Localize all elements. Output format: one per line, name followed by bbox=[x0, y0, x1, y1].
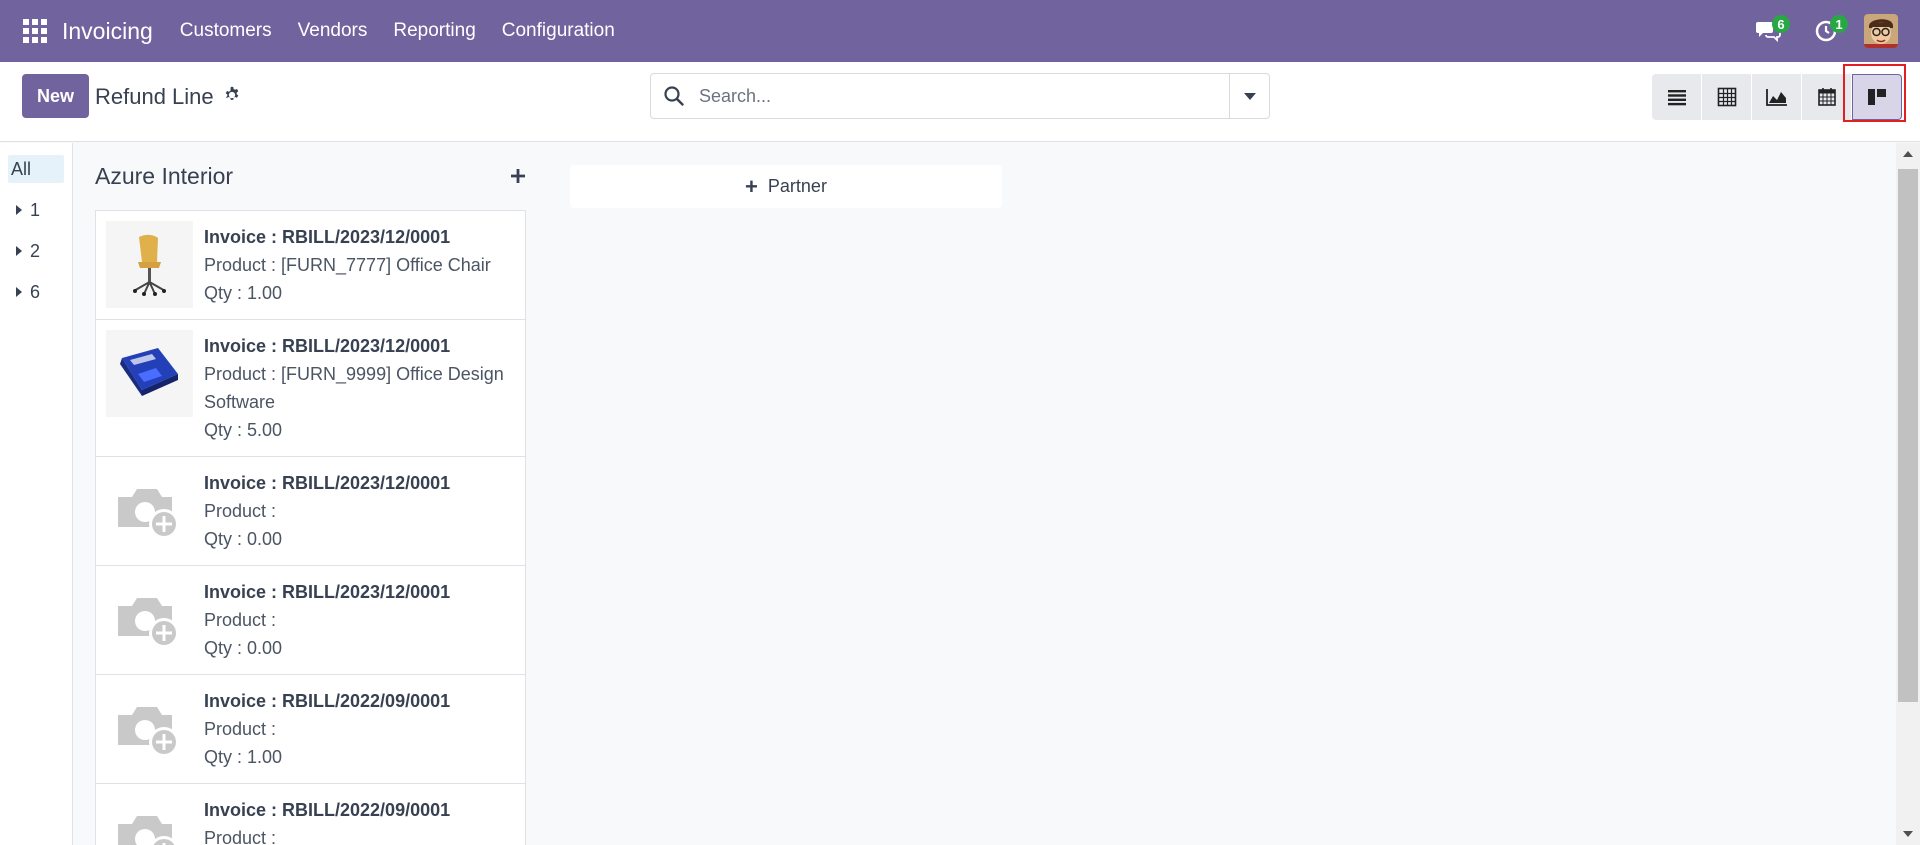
card-invoice: Invoice : RBILL/2022/09/0001 bbox=[204, 691, 451, 711]
card-qty: Qty : 1.00 bbox=[204, 283, 283, 303]
add-column-label: Partner bbox=[767, 176, 827, 196]
card-qty: Qty : 1.00 bbox=[204, 747, 283, 767]
scroll-down-arrow-icon[interactable] bbox=[1903, 831, 1913, 837]
caret-right-icon bbox=[16, 287, 22, 297]
kanban-card[interactable]: Invoice : RBILL/2023/12/0001 Product : [… bbox=[96, 320, 525, 457]
caret-down-icon bbox=[1243, 92, 1256, 100]
camera-placeholder-icon bbox=[106, 576, 193, 663]
kanban-card[interactable]: Invoice : RBILL/2022/09/0001 Product : bbox=[96, 784, 525, 845]
activities-count-badge: 1 bbox=[1830, 15, 1848, 33]
add-column-button[interactable]: + Partner bbox=[570, 165, 1002, 208]
plus-icon: + bbox=[745, 173, 758, 199]
list-view-icon bbox=[1667, 90, 1686, 106]
messages-button[interactable]: 6 bbox=[1748, 11, 1790, 51]
card-product: Product : [FURN_7777] Office Chair bbox=[204, 255, 491, 275]
sidebar-item-label: 1 bbox=[30, 199, 41, 220]
software-box-image bbox=[106, 330, 193, 417]
control-panel: New Refund Line bbox=[0, 62, 1920, 142]
view-switcher bbox=[1652, 74, 1902, 120]
card-product: Product : bbox=[204, 719, 277, 739]
kanban-column-cards: Invoice : RBILL/2023/12/0001 Product : [… bbox=[95, 210, 526, 845]
new-button[interactable]: New bbox=[22, 74, 89, 118]
sidebar-item-label: 2 bbox=[30, 240, 41, 261]
app-name[interactable]: Invoicing bbox=[62, 18, 153, 45]
menu-vendors[interactable]: Vendors bbox=[285, 20, 381, 42]
camera-placeholder-icon bbox=[106, 685, 193, 772]
vertical-scrollbar[interactable] bbox=[1896, 143, 1920, 845]
card-invoice: Invoice : RBILL/2023/12/0001 bbox=[204, 336, 451, 356]
card-product: Product : bbox=[204, 501, 277, 521]
apps-menu-icon[interactable] bbox=[22, 18, 48, 44]
sidebar-item-label: 6 bbox=[30, 281, 41, 302]
sidebar-item-2[interactable]: 2 bbox=[8, 237, 40, 265]
camera-placeholder-icon bbox=[106, 794, 193, 845]
card-product: Product : bbox=[204, 610, 277, 630]
kanban-card[interactable]: Invoice : RBILL/2022/09/0001 Product : Q… bbox=[96, 675, 525, 784]
kanban-view-button[interactable] bbox=[1852, 74, 1902, 120]
card-invoice: Invoice : RBILL/2023/12/0001 bbox=[204, 582, 451, 602]
kanban-card[interactable]: Invoice : RBILL/2023/12/0001 Product : [… bbox=[96, 211, 525, 320]
search-bar bbox=[650, 73, 1270, 119]
page-title: Refund Line bbox=[95, 84, 214, 109]
search-options-toggle[interactable] bbox=[1229, 74, 1269, 118]
scrollbar-thumb[interactable] bbox=[1898, 169, 1918, 702]
pivot-view-button[interactable] bbox=[1702, 74, 1752, 120]
kanban-card[interactable]: Invoice : RBILL/2023/12/0001 Product : Q… bbox=[96, 566, 525, 675]
menu-reporting[interactable]: Reporting bbox=[380, 20, 488, 42]
card-invoice: Invoice : RBILL/2023/12/0001 bbox=[204, 473, 451, 493]
calendar-view-icon bbox=[1817, 88, 1836, 106]
top-navbar: Invoicing Customers Vendors Reporting Co… bbox=[0, 0, 1920, 62]
column-title: Azure Interior bbox=[95, 163, 234, 189]
activities-button[interactable]: 1 bbox=[1806, 11, 1848, 51]
gear-icon[interactable] bbox=[223, 86, 241, 104]
calendar-view-button[interactable] bbox=[1802, 74, 1852, 120]
sidebar-item-all[interactable]: All bbox=[8, 155, 64, 183]
camera-placeholder-icon bbox=[106, 467, 193, 554]
search-icon bbox=[664, 86, 684, 106]
sidebar-item-label: All bbox=[11, 158, 32, 179]
card-invoice: Invoice : RBILL/2022/09/0001 bbox=[204, 800, 451, 820]
kanban-view-icon bbox=[1868, 89, 1886, 105]
card-invoice: Invoice : RBILL/2023/12/0001 bbox=[204, 227, 451, 247]
office-chair-image bbox=[106, 221, 193, 308]
menu-customers[interactable]: Customers bbox=[167, 20, 285, 42]
card-qty: Qty : 0.00 bbox=[204, 529, 283, 549]
graph-view-icon bbox=[1765, 89, 1787, 106]
menu-configuration[interactable]: Configuration bbox=[489, 20, 628, 42]
caret-right-icon bbox=[16, 205, 22, 215]
kanban-card[interactable]: Invoice : RBILL/2023/12/0001 Product : Q… bbox=[96, 457, 525, 566]
group-sidebar: All 1 2 6 bbox=[0, 143, 73, 845]
pivot-view-icon bbox=[1717, 87, 1736, 107]
card-qty: Qty : 5.00 bbox=[204, 420, 283, 440]
card-qty: Qty : 0.00 bbox=[204, 638, 283, 658]
search-input[interactable] bbox=[699, 85, 1199, 107]
plus-icon[interactable] bbox=[508, 166, 528, 186]
messages-count-badge: 6 bbox=[1772, 15, 1790, 33]
list-view-button[interactable] bbox=[1652, 74, 1702, 120]
card-product: Product : [FURN_9999] Office Design Soft… bbox=[204, 364, 504, 412]
card-product: Product : bbox=[204, 828, 277, 845]
sidebar-item-6[interactable]: 6 bbox=[8, 278, 40, 306]
graph-view-button[interactable] bbox=[1752, 74, 1802, 120]
user-avatar[interactable] bbox=[1864, 14, 1898, 48]
sidebar-item-1[interactable]: 1 bbox=[8, 196, 40, 224]
caret-right-icon bbox=[16, 246, 22, 256]
scroll-up-arrow-icon[interactable] bbox=[1903, 151, 1913, 157]
